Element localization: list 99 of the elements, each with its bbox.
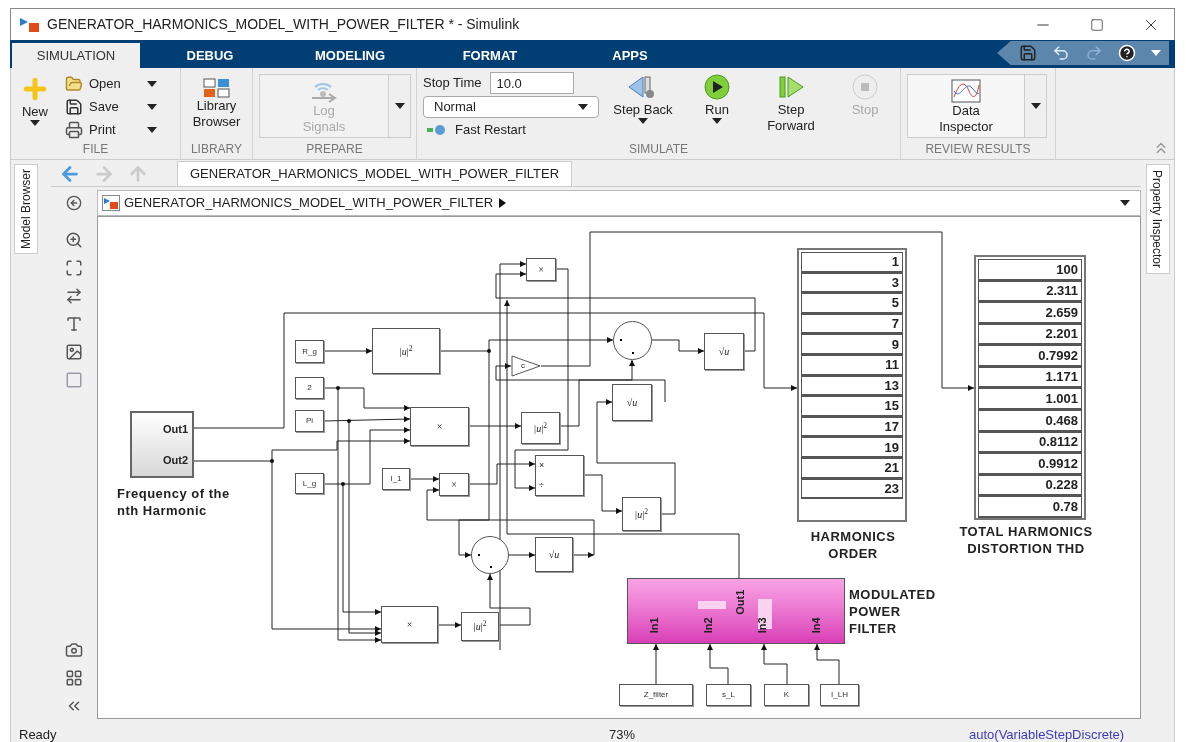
sqrt-block: √u <box>704 333 744 370</box>
simulate-button[interactable]: Step Forward <box>757 72 825 142</box>
stop-time-field[interactable]: 10.0 <box>489 72 574 94</box>
fast-restart-button[interactable]: Fast Restart <box>423 120 599 140</box>
window-title: GENERATOR_HARMONICS_MODEL_WITH_POWER_FILTER * - Simulink <box>47 15 520 34</box>
constant-block: Z_filter <box>619 684 693 706</box>
group-label: LIBRARY <box>189 141 244 158</box>
sum-block <box>471 536 509 574</box>
filter-subsystem-block: Out1 In1 In2 In3 In4 <box>627 578 845 644</box>
subsystem-block: Out1 Out2 <box>130 411 194 478</box>
block-icon[interactable] <box>65 669 83 687</box>
simulate-button[interactable]: Step Back <box>609 72 677 142</box>
dropdown-icon <box>1120 200 1130 206</box>
ribbon-tab[interactable]: SIMULATION <box>12 43 140 68</box>
stop-time-label: Stop Time <box>423 74 482 93</box>
solver-link[interactable]: auto(VariableStepDiscrete) <box>969 724 1125 742</box>
fit-view-icon[interactable] <box>65 259 83 277</box>
group-label: FILE <box>81 141 110 158</box>
group-label: PREPARE <box>305 141 364 158</box>
help-icon[interactable] <box>1118 44 1137 62</box>
math-function-block: |u|$^{2}$ <box>521 412 560 444</box>
back-icon[interactable] <box>59 163 81 185</box>
log-signals-menu-button[interactable] <box>389 74 411 138</box>
caret-icon <box>578 104 588 110</box>
printer-icon <box>65 121 83 139</box>
gain-block: c <box>511 355 541 377</box>
folder-icon <box>65 75 83 93</box>
caret-icon <box>30 120 40 126</box>
group-label: SIMULATE <box>627 141 690 158</box>
print-button[interactable]: Print <box>65 120 157 140</box>
sqrt-block: √u <box>612 384 652 421</box>
image-icon[interactable] <box>65 343 83 361</box>
expand-icon <box>499 198 507 208</box>
caret-icon <box>1030 103 1041 109</box>
model-browser-tab[interactable]: Model Browser <box>14 164 38 254</box>
fast-restart-icon <box>427 124 447 136</box>
simulate-button[interactable]: Run <box>683 72 751 142</box>
ribbon-tab[interactable]: FORMAT <box>420 43 560 68</box>
ribbon-tab[interactable]: DEBUG <box>140 43 280 68</box>
block-annotation: TOTAL HARMONICS DISTORTION THD <box>958 523 1094 557</box>
zoom-icon[interactable] <box>65 231 83 249</box>
library-browser-button[interactable]: Library Browser <box>181 68 252 140</box>
breadcrumb[interactable]: GENERATOR_HARMONICS_MODEL_WITH_POWER_FILTER <box>124 193 494 213</box>
sqrt-block: √u <box>535 537 573 572</box>
data-inspector-menu-button[interactable] <box>1025 74 1047 138</box>
block-annotation: MODULATED POWER FILTER <box>849 586 937 637</box>
display-block: 1 3 5 7 9 11 13 15 17 19 21 23 <box>797 248 907 522</box>
save-icon <box>65 98 83 116</box>
constant-block: L_g <box>295 473 324 494</box>
area-icon[interactable] <box>65 371 83 389</box>
model-tab[interactable]: GENERATOR_HARMONICS_MODEL_WITH_POWER_FILTER <box>177 161 573 186</box>
property-inspector-tab[interactable]: Property Inspector <box>1145 164 1170 274</box>
constant-block: K <box>764 684 809 706</box>
arrows-icon[interactable] <box>65 287 83 305</box>
undo-icon[interactable] <box>1051 44 1070 62</box>
status-text: Ready <box>19 725 58 742</box>
constant-block: I_1 <box>382 468 410 490</box>
block-annotation: Frequency of the nth Harmonic <box>117 485 231 519</box>
constant-block: s_L <box>706 684 751 706</box>
caret-icon <box>147 104 157 110</box>
product-block: × <box>381 606 438 643</box>
save-button[interactable]: Save <box>65 97 157 117</box>
stop-icon <box>849 74 881 100</box>
product-block: × <box>526 258 556 281</box>
chart-icon <box>951 79 981 103</box>
run-icon <box>701 74 733 100</box>
constant-block: R_g <box>295 340 324 363</box>
maximize-icon[interactable] <box>1090 17 1104 32</box>
math-function-block: |u|$^{2}$ <box>372 328 440 374</box>
camera-icon[interactable] <box>65 641 83 659</box>
product-block: × <box>439 473 469 496</box>
divide-block: × ÷ <box>535 455 584 496</box>
math-function-block: |u|$^{2}$ <box>622 497 661 531</box>
zoom-level: 73% <box>609 725 637 742</box>
simulink-model-icon <box>19 16 41 33</box>
block-annotation: HARMONICS ORDER <box>809 528 897 562</box>
caret-icon <box>394 103 405 109</box>
new-button[interactable]: New <box>11 74 59 140</box>
sum-block <box>613 321 652 360</box>
library-grid-icon <box>202 78 231 98</box>
ribbon-tab[interactable]: MODELING <box>280 43 420 68</box>
constant-block: Pi <box>295 410 324 432</box>
group-label: REVIEW RESULTS <box>924 141 1032 158</box>
caret-icon <box>147 127 157 133</box>
simulation-mode-dropdown[interactable]: Normal <box>423 96 599 118</box>
hide-browser-icon[interactable] <box>66 195 82 211</box>
constant-block: I_LH <box>820 684 859 706</box>
data-inspector-button[interactable]: Data Inspector <box>907 74 1025 138</box>
ribbon-tab[interactable]: APPS <box>560 43 700 68</box>
model-icon <box>102 195 120 211</box>
product-block: × <box>410 407 469 446</box>
constant-block: 2 <box>295 377 324 399</box>
math-function-block: |u|$^{2}$ <box>461 612 499 641</box>
caret-icon <box>1151 50 1162 56</box>
open-button[interactable]: Open <box>65 74 157 94</box>
caret-icon <box>147 81 157 87</box>
annotation-icon[interactable] <box>65 315 83 333</box>
save-icon[interactable] <box>1018 44 1037 62</box>
display-block: 100 2.311 2.659 2.201 0.7992 1.171 1.001 0.468 0.8112 0.9912 0.228 0.78 <box>974 255 1086 520</box>
